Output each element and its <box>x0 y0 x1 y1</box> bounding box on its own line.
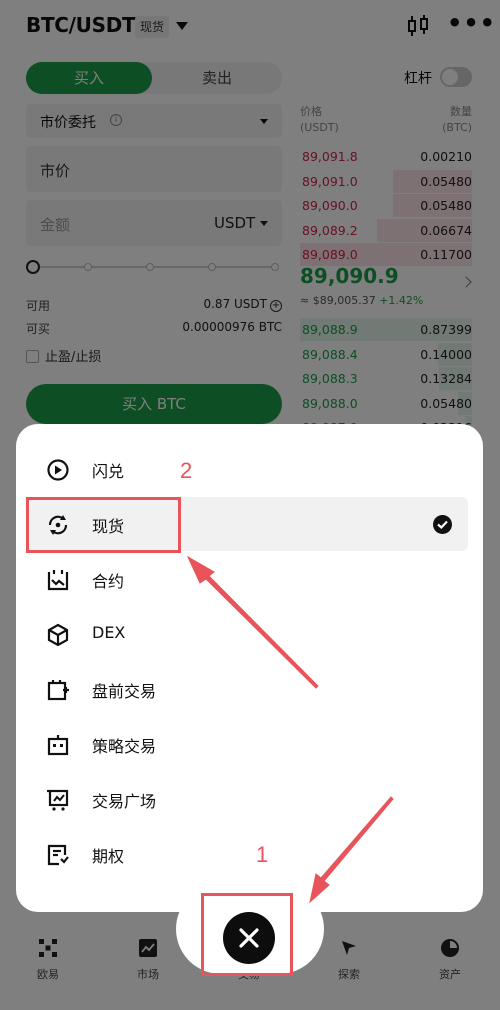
annotation-arrow-1 <box>309 796 394 904</box>
annotation-arrow-2 <box>186 555 319 689</box>
annotation-arrows <box>186 555 394 904</box>
